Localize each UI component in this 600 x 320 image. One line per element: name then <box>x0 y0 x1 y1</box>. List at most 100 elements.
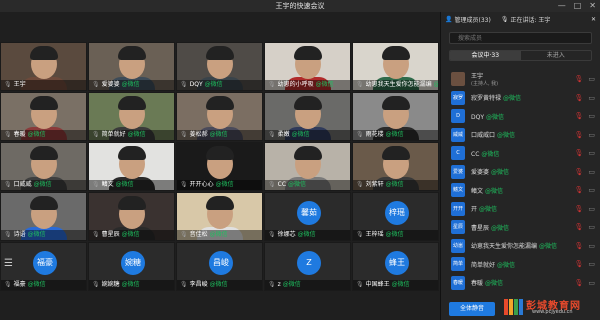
participant-row[interactable]: 春暖 春暖 @微信 🎙 ▭ <box>441 274 600 293</box>
participant-name: 姜松郝 <box>189 131 208 138</box>
mic-muted-icon[interactable]: 🎙 <box>574 279 583 287</box>
participant-row[interactable]: 开开开 @微信 🎙 ▭ <box>441 200 600 219</box>
camera-icon[interactable]: ▭ <box>588 223 595 231</box>
video-tile-t15[interactable]: 🎙 刘紫轩 @微信 <box>352 142 439 191</box>
video-tile-t22[interactable]: 婉糖 🎙 婉婉糖 @微信 <box>88 242 175 291</box>
wechat-tag: @微信 <box>27 281 46 288</box>
participant-avatar <box>451 72 465 87</box>
minimize-icon[interactable]: — <box>558 1 566 10</box>
participant-name-text: 曹星辰 <box>471 224 490 232</box>
tile-caption: 🎙 口威威 @微信 <box>1 180 86 190</box>
tile-caption: 🎙 开开心心 @微信 <box>177 180 262 190</box>
video-tile-t13[interactable]: 🎙 开开心心 @微信 <box>176 142 263 191</box>
mic-muted-icon[interactable]: 🎙 <box>574 168 583 176</box>
video-tile-t2[interactable]: 🎙 爱婆婆 @微信 <box>88 42 175 91</box>
participant-row[interactable]: 爱婆 爱婆婆 @微信 🎙 ▭ <box>441 163 600 182</box>
wechat-tag: @微信 <box>485 187 504 195</box>
wechat-tag: @微信 <box>204 81 223 88</box>
camera-icon[interactable]: ▭ <box>588 149 595 157</box>
participant-row[interactable]: 王宇 (主持人, 我) 🎙 ▭ <box>441 70 600 89</box>
video-tile-t16[interactable]: 🎙 诗语 @微信 <box>0 192 87 241</box>
mute-all-button[interactable]: 全体静音 <box>449 302 495 316</box>
video-tile-t12[interactable]: 🎙 鳍文 @微信 <box>88 142 175 191</box>
window-title: 王宇的快速会议 <box>275 2 325 10</box>
tile-caption: 🎙 中国蜂王 @微信 <box>353 280 438 290</box>
video-tile-t20[interactable]: 梓瑶 🎙 王梓瑶 @微信 <box>352 192 439 241</box>
video-tile-t5[interactable]: 🎙幼崽我天生爱你怎能漏编@微信 <box>352 42 439 91</box>
mic-muted-icon[interactable]: 🎙 <box>574 149 583 157</box>
video-tile-t23[interactable]: 昌峻 🎙 李昌峻 @微信 <box>176 242 263 291</box>
video-tile-t14[interactable]: 🎙 CC @微信 <box>264 142 351 191</box>
participant-name: DQY @微信 <box>471 112 504 121</box>
camera-icon[interactable]: ▭ <box>588 112 595 120</box>
video-tile-t25[interactable]: 蜂王 🎙 中国蜂王 @微信 <box>352 242 439 291</box>
window-controls: — □ ✕ <box>558 1 596 10</box>
mic-muted-icon[interactable]: 🎙 <box>574 223 583 231</box>
video-tile-t7[interactable]: 🎙 简单就好 @微信 <box>88 92 175 141</box>
tile-caption: 🎙 李昌峻 @微信 <box>177 280 262 290</box>
mic-muted-icon: 🎙 <box>356 231 364 238</box>
video-tile-t19[interactable]: 馨茹 🎙 徐娜芯 @微信 <box>264 192 351 241</box>
mic-muted-icon[interactable]: 🎙 <box>574 75 583 83</box>
video-tile-t17[interactable]: 🎙 曹星辰 @微信 <box>88 192 175 241</box>
mic-muted-icon: 🎙 <box>268 181 276 188</box>
video-tile-t18[interactable]: 🎙 音佳松 @微信 <box>176 192 263 241</box>
participant-name: 鳍文 @微信 <box>471 186 503 195</box>
panel-close-icon[interactable]: ✕ <box>591 16 596 23</box>
video-tile-t6[interactable]: 🎙 春暖 @微信 <box>0 92 87 141</box>
participant-row[interactable]: 寂罗 寂罗黄特禄 @微信 🎙 ▭ <box>441 89 600 108</box>
member-search-input[interactable]: 搜索成员 <box>449 32 592 44</box>
video-tile-t10[interactable]: 🎙 雨花楼 @微信 <box>352 92 439 141</box>
participant-avatar: 春暖 <box>451 275 465 290</box>
mic-muted-icon[interactable]: 🎙 <box>574 131 583 139</box>
participant-row[interactable]: 鳍文 鳍文 @微信 🎙 ▭ <box>441 181 600 200</box>
site-logo: 彭城教育网 www.pcjyedu.cn <box>502 296 598 318</box>
mic-muted-icon: 🎙 <box>356 181 364 188</box>
participant-controls: 🎙 ▭ <box>574 131 595 139</box>
participant-name-text: 幼崽我天生爱你怎能漏编 <box>471 243 538 251</box>
participant-row[interactable]: 简单 简单就好 @微信 🎙 ▭ <box>441 255 600 274</box>
participant-row[interactable]: 幼崽 幼崽我天生爱你怎能漏编 @微信 🎙 ▭ <box>441 237 600 256</box>
video-tile-t3[interactable]: 🎙 DQY @微信 <box>176 42 263 91</box>
mic-muted-icon[interactable]: 🎙 <box>574 205 583 213</box>
camera-icon[interactable]: ▭ <box>588 94 595 102</box>
camera-icon[interactable]: ▭ <box>588 205 595 213</box>
tab-not-joined[interactable]: 未进入 <box>521 51 592 60</box>
mic-muted-icon[interactable]: 🎙 <box>574 112 583 120</box>
camera-icon[interactable]: ▭ <box>588 260 595 268</box>
camera-icon[interactable]: ▭ <box>588 131 595 139</box>
participant-name: 李昌峻 <box>189 281 208 288</box>
participant-controls: 🎙 ▭ <box>574 205 595 213</box>
video-tile-t8[interactable]: 🎙 姜松郝 @微信 <box>176 92 263 141</box>
video-tile-t4[interactable]: 🎙 幼崽的小呼吸 @微信 <box>264 42 351 91</box>
wechat-tag: @微信 <box>121 231 140 238</box>
video-tile-t24[interactable]: Z 🎙 z @微信 <box>264 242 351 291</box>
tab-in-meeting[interactable]: 会议中·33 <box>450 51 521 60</box>
mic-muted-icon[interactable]: 🎙 <box>574 242 583 250</box>
participant-name-text: DQY <box>471 113 485 121</box>
camera-icon[interactable]: ▭ <box>588 75 595 83</box>
tile-caption: 🎙 DQY @微信 <box>177 80 262 90</box>
close-icon[interactable]: ✕ <box>589 1 596 10</box>
camera-icon[interactable]: ▭ <box>588 242 595 250</box>
participant-row[interactable]: C CC @微信 🎙 ▭ <box>441 144 600 163</box>
wechat-tag: @微信 <box>385 131 404 138</box>
participant-controls: 🎙 ▭ <box>574 223 595 231</box>
participant-row[interactable]: D DQY @微信 🎙 ▭ <box>441 107 600 126</box>
menu-icon[interactable]: ☰ <box>4 258 18 270</box>
wechat-tag: @微信 <box>127 131 146 138</box>
camera-icon[interactable]: ▭ <box>588 186 595 194</box>
mic-muted-icon[interactable]: 🎙 <box>574 94 583 102</box>
video-tile-t11[interactable]: 🎙 口威威 @微信 <box>0 142 87 191</box>
camera-icon[interactable]: ▭ <box>588 279 595 287</box>
participant-row[interactable]: 星辰 曹星辰 @微信 🎙 ▭ <box>441 218 600 237</box>
maximize-icon[interactable]: □ <box>574 1 582 10</box>
mic-muted-icon[interactable]: 🎙 <box>574 260 583 268</box>
video-tile-t9[interactable]: 🎙 柔嫩 @微信 <box>264 92 351 141</box>
mic-muted-icon[interactable]: 🎙 <box>574 186 583 194</box>
wechat-tag: @微信 <box>385 181 404 188</box>
video-tile-t1[interactable]: 🎙 王宇 <box>0 42 87 91</box>
camera-icon[interactable]: ▭ <box>588 168 595 176</box>
participant-row[interactable]: 威威 口威威口 @微信 🎙 ▭ <box>441 126 600 145</box>
wechat-tag: @微信 <box>115 181 134 188</box>
